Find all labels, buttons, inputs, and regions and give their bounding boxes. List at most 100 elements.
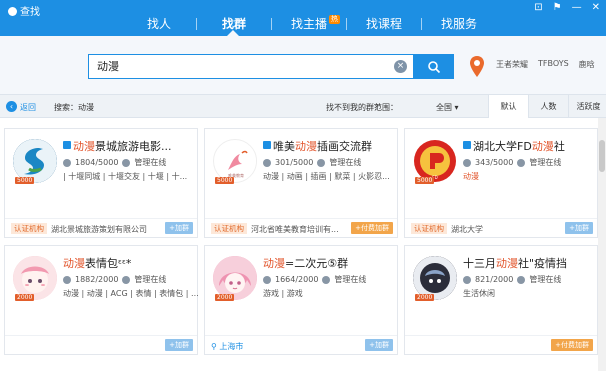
admin-icon (517, 275, 526, 284)
name-prefix: 湖北大学FD (473, 140, 532, 153)
paid-join-button[interactable]: +付费加群 (551, 339, 593, 351)
certified-badge: 认证机构 (11, 223, 47, 234)
group-tags: 生活休闲 (463, 289, 495, 298)
clear-search-icon[interactable]: × (394, 60, 407, 73)
admin-icon (517, 158, 526, 167)
group-card[interactable]: 2000 动漫表情包ᵋᵋ* 1882/2000 管理在线 动漫 | 动漫 | AC… (4, 245, 199, 355)
group-name[interactable]: 十三月动漫社"疫情挡 (463, 255, 567, 271)
hot-badge: 热 (329, 15, 340, 24)
group-name[interactable]: 唯美动漫插画交流群 (273, 138, 372, 154)
group-tags: 游戏 | 游戏 (263, 289, 303, 298)
group-card[interactable]: FD 5000 湖北大学FD动漫社 343/5000 管理在线 动漫 认证机构 湖… (404, 128, 598, 238)
members-icon (463, 158, 471, 167)
tab-label: 找群 (221, 17, 246, 31)
main-nav: 找人 找群 找主播热 找课程 找服务 (122, 13, 496, 36)
name-prefix: 唯美 (273, 140, 295, 153)
name-rest: =二次元⑤群 (285, 257, 349, 270)
admin-status: 管理在线 (529, 275, 562, 284)
feedback-icon[interactable]: ⚑ (553, 2, 562, 13)
tab-find-services[interactable]: 找服务 (422, 13, 496, 35)
member-limit-badge: 5000 (15, 177, 35, 184)
search-button[interactable] (414, 54, 454, 79)
tab-label: 找主播 (290, 17, 327, 31)
window-title-text: 查找 (20, 7, 40, 18)
minimize-button[interactable]: — (572, 2, 582, 13)
admin-status: 管理在线 (134, 275, 167, 284)
members-icon (463, 275, 471, 284)
admin-status: 管理在线 (334, 275, 367, 284)
search-icon (428, 60, 441, 73)
members-icon (263, 158, 271, 167)
admin-icon (317, 158, 326, 167)
org-name: 湖北景城旅游策划有限公司 (51, 225, 147, 234)
member-limit-badge: 5000 (215, 177, 235, 184)
app-logo-icon (8, 7, 17, 16)
group-name[interactable]: 动漫=二次元⑤群 (263, 255, 348, 271)
sort-tab-members[interactable]: 人数 (528, 95, 568, 118)
back-link[interactable]: 返回 (20, 102, 36, 113)
location-icon: ⚲ (211, 342, 217, 351)
verified-icon (263, 141, 271, 149)
close-button[interactable]: ✕ (592, 2, 600, 13)
tab-find-people[interactable]: 找人 (122, 13, 196, 35)
name-rest: 社"疫情挡 (518, 257, 568, 270)
member-limit-badge: 5000 (415, 177, 435, 184)
tab-find-groups[interactable]: 找群 (197, 13, 271, 36)
card-footer: +付费加群 (405, 335, 597, 354)
group-card[interactable]: 2000 十三月动漫社"疫情挡 821/2000 管理在线 生活休闲 +付费加群 (404, 245, 598, 355)
group-tags: 动漫 | 动画 | 插画 | 默菜 | 火影忍... (263, 172, 390, 181)
certified-badge: 认证机构 (211, 223, 247, 234)
search-summary: 搜索：动漫 (54, 103, 94, 112)
group-tags: | 十堰同城 | 十堰交友 | 十堰 | 十... (63, 172, 188, 181)
org-name: 湖北大学 (451, 225, 483, 234)
admin-icon (122, 275, 131, 284)
member-count: 1882/2000 (75, 275, 119, 284)
join-group-button[interactable]: +加群 (565, 222, 593, 234)
group-name[interactable]: 动漫景城旅游电影... (73, 138, 172, 154)
members-icon (63, 158, 71, 167)
join-group-button[interactable]: +加群 (165, 339, 193, 351)
group-card[interactable]: 5000 动漫景城旅游电影... 1804/5000 管理在线 | 十堰同城 | … (4, 128, 198, 238)
tab-find-courses[interactable]: 找课程 (347, 13, 421, 35)
hot-word[interactable]: 鹿晗 (579, 59, 595, 70)
group-meta: 343/5000 管理在线 (463, 157, 561, 168)
range-dropdown[interactable]: 全国 ▾ (436, 102, 459, 113)
tab-label: 找人 (146, 17, 171, 31)
card-footer: +加群 (5, 335, 197, 354)
join-group-button[interactable]: +加群 (165, 222, 193, 234)
tab-label: 找课程 (365, 17, 402, 31)
name-prefix: 十三月 (463, 257, 496, 270)
location-pin-icon[interactable] (468, 55, 486, 83)
hot-word[interactable]: 王者荣耀 (496, 59, 528, 70)
group-card[interactable]: 2000 动漫=二次元⑤群 1664/2000 管理在线 游戏 | 游戏 ⚲ 上海… (204, 245, 398, 355)
members-icon (263, 275, 271, 284)
sort-tabs: 默认 人数 活跃度 (488, 95, 606, 118)
admin-status: 管理在线 (329, 158, 362, 167)
skin-icon[interactable]: ⊡ (534, 2, 542, 13)
member-count: 301/5000 (275, 158, 314, 167)
member-count: 1804/5000 (75, 158, 119, 167)
sort-tab-default[interactable]: 默认 (488, 95, 528, 118)
window-controls: ⊡ ⚑ — ✕ (534, 2, 600, 13)
group-meta: 301/5000 管理在线 (263, 157, 361, 168)
back-arrow-icon[interactable]: ‹ (6, 101, 17, 112)
card-footer: 认证机构 湖北景城旅游策划有限公司 +加群 (5, 218, 197, 237)
member-limit-badge: 2000 (415, 294, 435, 301)
hot-word[interactable]: TFBOYS (538, 59, 569, 70)
card-footer: ⚲ 上海市 +加群 (205, 335, 397, 354)
search-input[interactable]: 动漫 (88, 54, 414, 79)
card-footer: 认证机构 河北省唯美教育培训有... +付费加群 (205, 218, 397, 237)
paid-join-button[interactable]: +付费加群 (351, 222, 393, 234)
tab-find-streamers[interactable]: 找主播热 (272, 13, 346, 35)
group-name[interactable]: 湖北大学FD动漫社 (473, 138, 565, 154)
name-rest: 表情包ᵋᵋ* (85, 257, 132, 270)
join-group-button[interactable]: +加群 (365, 339, 393, 351)
name-highlight: 动漫 (295, 140, 317, 153)
scrollbar-thumb[interactable] (599, 140, 605, 172)
name-rest: 插画交流群 (317, 140, 372, 153)
group-card[interactable]: 唯美教育 5000 唯美动漫插画交流群 301/5000 管理在线 动漫 | 动画… (204, 128, 398, 238)
sort-tab-activity[interactable]: 活跃度 (568, 95, 606, 118)
group-name[interactable]: 动漫表情包ᵋᵋ* (63, 255, 131, 271)
name-rest: 景城旅游电影... (95, 140, 172, 153)
group-tags: 动漫 | 动漫 | ACG | 表情 | 表情包 | ... (63, 289, 199, 298)
